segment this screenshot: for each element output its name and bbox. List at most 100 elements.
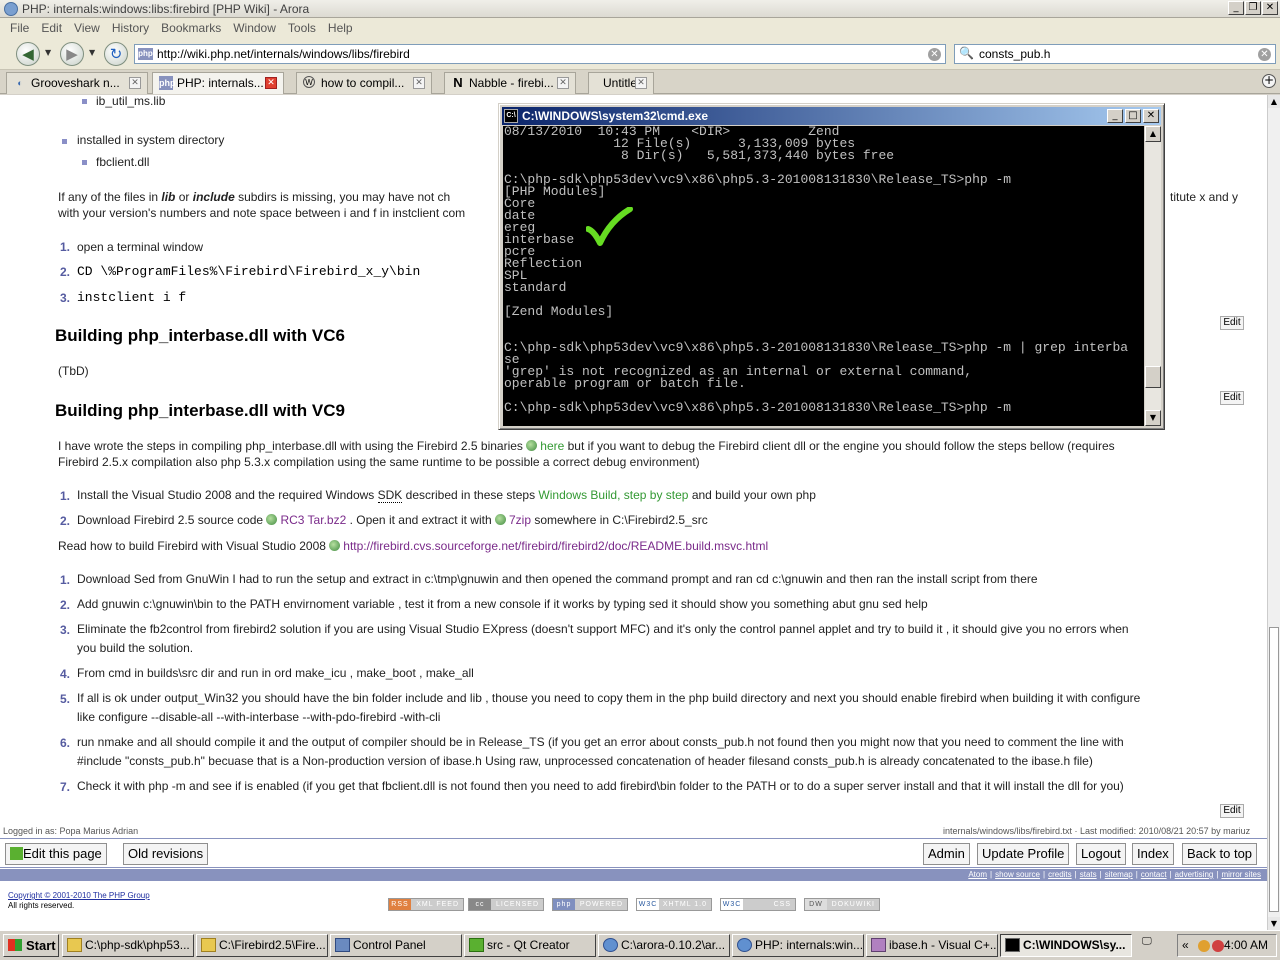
cmd-titlebar[interactable]: C:\ C:\WINDOWS\system32\cmd.exe _ □ ✕ <box>502 107 1161 125</box>
w3c-css-badge[interactable]: W3C CSS <box>720 898 796 911</box>
taskbar-item[interactable]: C:\arora-0.10.2\ar... <box>598 934 730 957</box>
admin-button[interactable]: Admin <box>923 843 970 865</box>
footer-link-show-source[interactable]: show source <box>995 869 1040 881</box>
taskbar-item[interactable]: C:\Firebird2.5\Fire... <box>196 934 328 957</box>
cmd-console-output[interactable]: 08/13/2010 10:43 PM <DIR> Zend 12 File(s… <box>503 126 1144 426</box>
tab-php-wiki[interactable]: php PHP: internals... ✕ <box>152 72 284 94</box>
grooveshark-favicon-icon: ◐ <box>17 78 23 88</box>
tab-grooveshark[interactable]: ◐ Grooveshark n... ✕ <box>6 72 148 94</box>
7zip-link[interactable]: 7zip <box>509 513 531 527</box>
w3c-xhtml-badge[interactable]: W3C XHTML 1.0 <box>636 898 712 911</box>
cmd-text: 08/13/2010 10:43 PM <DIR> Zend 12 File(s… <box>504 126 1129 415</box>
edit-section-button[interactable]: Edit <box>1220 804 1244 818</box>
reload-button[interactable]: ↻ <box>104 42 128 66</box>
tray-app-icon[interactable] <box>1198 940 1210 952</box>
scroll-down-icon[interactable]: ▼ <box>1268 917 1280 930</box>
tray-expand-icon[interactable]: « <box>1182 935 1189 956</box>
scroll-up-icon[interactable]: ▲ <box>1268 95 1280 108</box>
edit-this-page-button[interactable]: Edit this page <box>5 843 107 865</box>
footer-link-contact[interactable]: contact <box>1141 869 1167 881</box>
cmd-scroll-up-icon[interactable]: ▲ <box>1145 126 1161 142</box>
search-box[interactable]: 🔍 consts_pub.h ✕ <box>954 44 1276 64</box>
clear-search-icon[interactable]: ✕ <box>1258 48 1271 61</box>
cmd-window[interactable]: C:\ C:\WINDOWS\system32\cmd.exe _ □ ✕ 08… <box>498 103 1165 430</box>
list-item: fbclient.dll <box>96 155 150 169</box>
cmd-icon <box>1005 938 1020 952</box>
menu-file[interactable]: File <box>4 18 35 38</box>
cmd-close-button[interactable]: ✕ <box>1143 109 1159 123</box>
edit-section-button[interactable]: Edit <box>1220 316 1244 330</box>
menu-window[interactable]: Window <box>227 18 282 38</box>
cmd-icon: C:\ <box>504 109 518 123</box>
cmd-scrollbar-thumb[interactable] <box>1145 366 1161 388</box>
language-bar-icon[interactable]: 🖵 <box>1142 936 1152 947</box>
footer-link-mirror-sites[interactable]: mirror sites <box>1221 869 1261 881</box>
taskbar-item[interactable]: ibase.h - Visual C+... <box>866 934 998 957</box>
footer-link-advertising[interactable]: advertising <box>1175 869 1214 881</box>
list-bullet <box>62 139 67 144</box>
tab-close-icon[interactable]: ✕ <box>265 77 277 89</box>
list-bullet <box>82 160 87 165</box>
step-text: Add gnuwin c:\gnuwin\bin to the PATH env… <box>77 597 928 611</box>
copyright-link[interactable]: Copyright © 2001-2010 The PHP Group <box>8 891 150 900</box>
cmd-scroll-down-icon[interactable]: ▼ <box>1145 410 1161 426</box>
taskbar-item[interactable]: PHP: internals:win... <box>732 934 864 957</box>
taskbar-item[interactable]: C:\php-sdk\php53... <box>62 934 194 957</box>
forward-button[interactable]: ▶ <box>60 42 84 66</box>
address-bar[interactable]: php http://wiki.php.net/internals/window… <box>134 44 946 64</box>
php-powered-badge[interactable]: php POWERED <box>552 898 628 911</box>
footer-link-stats[interactable]: stats <box>1080 869 1097 881</box>
back-button[interactable]: ◀ <box>16 42 40 66</box>
taskbar-item[interactable]: src - Qt Creator <box>464 934 596 957</box>
restore-button[interactable]: ❐ <box>1245 1 1261 15</box>
menu-edit[interactable]: Edit <box>35 18 68 38</box>
rc3-tar-link[interactable]: RC3 Tar.bz2 <box>280 513 346 527</box>
menu-bookmarks[interactable]: Bookmarks <box>155 18 227 38</box>
cmd-scrollbar[interactable]: ▲ ▼ <box>1145 126 1161 426</box>
dokuwiki-badge[interactable]: DW DOKUWIKI <box>804 898 880 911</box>
tab-nabble[interactable]: N Nabble - firebi... ✕ <box>444 72 576 94</box>
update-profile-button[interactable]: Update Profile <box>977 843 1070 865</box>
logout-button[interactable]: Logout <box>1076 843 1126 865</box>
edit-section-button[interactable]: Edit <box>1220 391 1244 405</box>
minimize-button[interactable]: _ <box>1228 1 1244 15</box>
new-tab-button[interactable]: + <box>1262 74 1276 88</box>
windows-build-link[interactable]: Windows Build, step by step <box>538 488 688 502</box>
tab-how-to-compile[interactable]: W how to compil... ✕ <box>296 72 432 94</box>
footer-link-atom[interactable]: Atom <box>968 869 987 881</box>
page-info-text: internals/windows/libs/firebird.txt · La… <box>943 826 1251 836</box>
tray-app-icon[interactable] <box>1212 940 1224 952</box>
forward-history-dropdown-icon[interactable]: ▼ <box>89 48 95 57</box>
back-to-top-button[interactable]: Back to top <box>1182 843 1258 865</box>
taskbar-item-active[interactable]: C:\WINDOWS\sy... <box>1000 934 1132 957</box>
rss-xml-feed-badge[interactable]: RSS XML FEED <box>388 898 464 911</box>
page-scrollbar[interactable]: ▲ ▼ <box>1267 95 1280 930</box>
tab-close-icon[interactable]: ✕ <box>557 77 569 89</box>
tab-untitled[interactable]: Untitled ✕ <box>588 72 654 94</box>
cmd-minimize-button[interactable]: _ <box>1107 109 1123 123</box>
tab-close-icon[interactable]: ✕ <box>635 77 647 89</box>
readme-build-link[interactable]: http://firebird.cvs.sourceforge.net/fire… <box>343 539 768 553</box>
search-input[interactable]: consts_pub.h <box>979 47 1050 61</box>
here-link[interactable]: here <box>540 439 564 453</box>
tab-close-icon[interactable]: ✕ <box>413 77 425 89</box>
taskbar-item[interactable]: Control Panel <box>330 934 462 957</box>
back-history-dropdown-icon[interactable]: ▼ <box>45 48 51 57</box>
start-button[interactable]: Start <box>3 934 59 957</box>
address-bar-url[interactable]: http://wiki.php.net/internals/windows/li… <box>157 47 410 61</box>
footer-link-sitemap[interactable]: sitemap <box>1105 869 1133 881</box>
menu-tools[interactable]: Tools <box>282 18 322 38</box>
clear-address-icon[interactable]: ✕ <box>928 48 941 61</box>
menu-view[interactable]: View <box>68 18 106 38</box>
cmd-maximize-button[interactable]: □ <box>1125 109 1141 123</box>
old-revisions-button[interactable]: Old revisions <box>123 843 209 865</box>
step-number: 3. <box>60 291 71 305</box>
tab-close-icon[interactable]: ✕ <box>129 77 141 89</box>
footer-link-credits[interactable]: credits <box>1048 869 1072 881</box>
cc-licensed-badge[interactable]: cc LICENSED <box>468 898 544 911</box>
close-button[interactable]: ✕ <box>1262 1 1278 15</box>
menu-help[interactable]: Help <box>322 18 359 38</box>
scrollbar-thumb[interactable] <box>1269 627 1279 912</box>
menu-history[interactable]: History <box>106 18 155 38</box>
index-button[interactable]: Index <box>1132 843 1174 865</box>
